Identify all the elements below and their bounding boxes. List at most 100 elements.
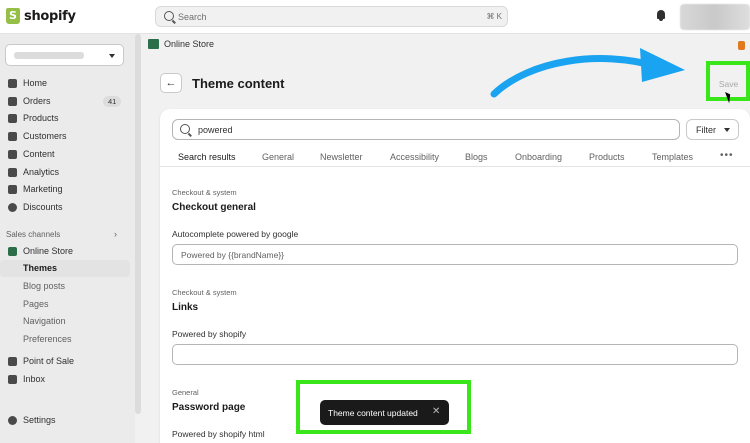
group-category: Checkout & system [172,288,237,297]
sidebar: Home Orders 41 Products Customers Conten… [0,34,135,443]
sidebar-item-label: Customers [23,131,67,141]
sidebar-item-products[interactable]: Products [0,110,130,127]
field-label: Powered by shopify html [172,429,265,439]
store-icon [8,247,17,256]
chevron-down-icon [724,128,730,132]
tag-icon [8,114,17,123]
sidebar-item-preferences[interactable]: Preferences [0,331,130,348]
sidebar-item-label: Online Store [23,246,74,256]
group-title: Password page [172,402,246,413]
field-label: Powered by shopify [172,329,247,339]
orders-count-badge: 41 [103,96,122,107]
store-name-blurred [14,52,84,59]
sidebar-item-analytics[interactable]: Analytics [0,164,130,181]
sidebar-item-online-store[interactable]: Online Store [0,243,130,260]
group-category: General [172,388,199,397]
group-category: Checkout & system [172,188,237,197]
logo-text: shopify [24,8,76,24]
bell-icon[interactable] [656,10,666,21]
sidebar-item-home[interactable]: Home [0,75,130,92]
close-icon[interactable]: ✕ [432,406,440,417]
search-icon [180,124,190,134]
home-icon [8,79,17,88]
sales-channels-label: Sales channels [6,230,61,239]
inbox-icon [8,375,17,384]
gear-icon [8,416,17,425]
sidebar-item-label: Preferences [23,334,72,344]
tab-accessibility[interactable]: Accessibility [390,152,439,162]
filter-search-input[interactable]: powered [172,119,680,140]
tab-products[interactable]: Products [589,152,625,162]
tab-newsletter[interactable]: Newsletter [320,152,363,162]
search-input[interactable]: Search ⌘ K [155,6,508,27]
search-icon [164,11,174,21]
sidebar-item-discounts[interactable]: Discounts [0,199,130,216]
sidebar-item-label: Content [23,149,55,159]
sidebar-item-content[interactable]: Content [0,146,130,163]
tab-onboarding[interactable]: Onboarding [515,152,562,162]
tab-templates[interactable]: Templates [652,152,693,162]
annotation-arrow [490,48,685,98]
sidebar-item-themes[interactable]: Themes [0,260,130,277]
sidebar-item-customers[interactable]: Customers [0,128,130,145]
store-icon [148,39,159,49]
shopify-bag-icon [6,8,20,24]
filter-button[interactable]: Filter [686,119,739,140]
orders-icon [8,97,17,106]
breadcrumb-label: Online Store [164,39,215,49]
sidebar-item-navigation[interactable]: Navigation [0,313,130,330]
tab-search-results[interactable]: Search results [178,152,236,162]
sidebar-item-pages[interactable]: Pages [0,296,130,313]
text-field-value: Powered by {{brandName}} [181,250,285,260]
tab-blogs[interactable]: Blogs [465,152,488,162]
filter-button-label: Filter [696,125,716,135]
sidebar-scrollbar[interactable] [135,34,141,414]
tab-general[interactable]: General [262,152,294,162]
person-icon [8,132,17,141]
store-selector[interactable] [5,44,124,66]
sidebar-item-marketing[interactable]: Marketing [0,181,130,198]
back-button[interactable]: ← [160,73,182,93]
sidebar-item-label: Marketing [23,184,63,194]
sidebar-item-settings[interactable]: Settings [0,412,130,429]
search-shortcut: ⌘ K [486,12,502,21]
sidebar-item-inbox[interactable]: Inbox [0,371,130,388]
breadcrumb[interactable]: Online Store [148,39,214,49]
account-avatar[interactable] [680,4,750,30]
toast-notification: Theme content updated ✕ [320,400,449,425]
more-tabs-icon[interactable]: ••• [720,150,734,161]
sidebar-item-point-of-sale[interactable]: Point of Sale [0,353,130,370]
text-field[interactable] [172,344,738,365]
sidebar-item-label: Themes [23,263,58,273]
sidebar-item-label: Pages [23,299,49,309]
sidebar-item-label: Settings [23,415,56,425]
content-group: Checkout & system Checkout general Autoc… [172,188,738,265]
search-placeholder: Search [178,12,207,22]
shopify-logo[interactable]: shopify [6,8,76,24]
analytics-icon [8,168,17,177]
pos-icon [8,357,17,366]
sidebar-item-label: Inbox [23,374,46,384]
sidebar-item-label: Blog posts [23,281,66,291]
marketing-icon [8,185,17,194]
toast-message: Theme content updated [328,408,418,418]
content-group: Checkout & system Links Powered by shopi… [172,288,738,365]
page-title: Theme content [192,76,285,91]
chevron-right-icon[interactable]: › [114,229,117,239]
sidebar-item-label: Products [23,113,59,123]
filter-search-value: powered [198,125,233,135]
text-field[interactable]: Powered by {{brandName}} [172,244,738,265]
discount-icon [8,203,17,212]
sidebar-item-label: Home [23,78,48,88]
content-icon [8,150,17,159]
sidebar-item-label: Point of Sale [23,356,75,366]
chevron-down-icon [109,54,115,58]
sidebar-item-blog-posts[interactable]: Blog posts [0,278,130,295]
top-bar: shopify Search ⌘ K [0,0,750,34]
sidebar-item-label: Orders [23,96,51,106]
pin-icon[interactable] [738,41,745,50]
sidebar-item-label: Navigation [23,316,66,326]
group-title: Checkout general [172,202,256,213]
sidebar-item-label: Discounts [23,202,63,212]
sidebar-item-orders[interactable]: Orders 41 [0,93,130,110]
